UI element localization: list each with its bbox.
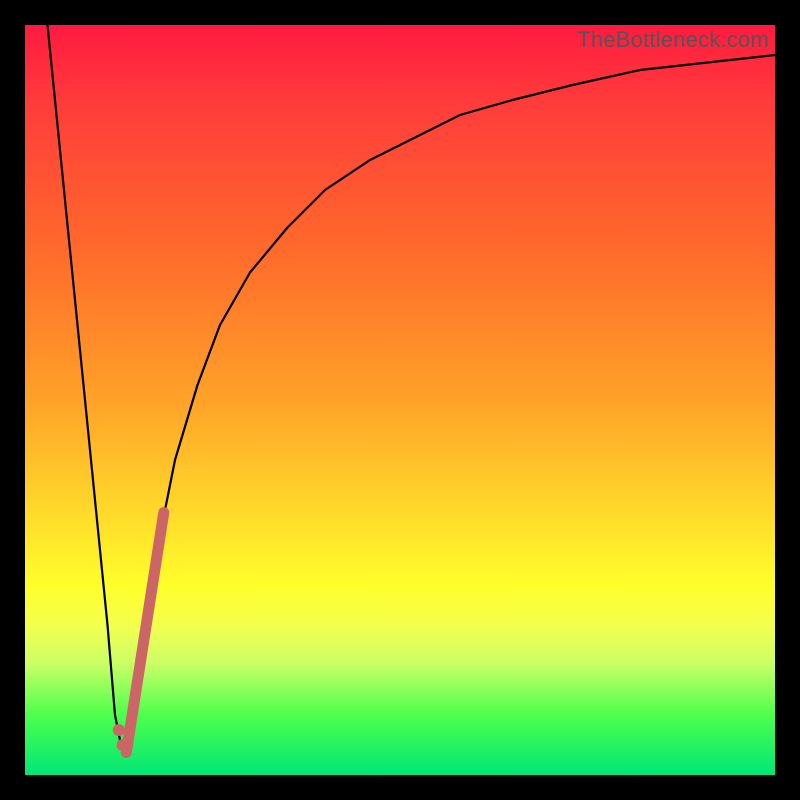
pink-marker-b — [113, 724, 125, 736]
pink-marker-a — [117, 739, 129, 751]
chart-svg — [25, 25, 775, 775]
black-curve — [48, 25, 776, 753]
pink-overlay-segment — [126, 513, 164, 753]
plot-area: TheBottleneck.com — [25, 25, 775, 775]
chart-frame: TheBottleneck.com — [0, 0, 800, 800]
